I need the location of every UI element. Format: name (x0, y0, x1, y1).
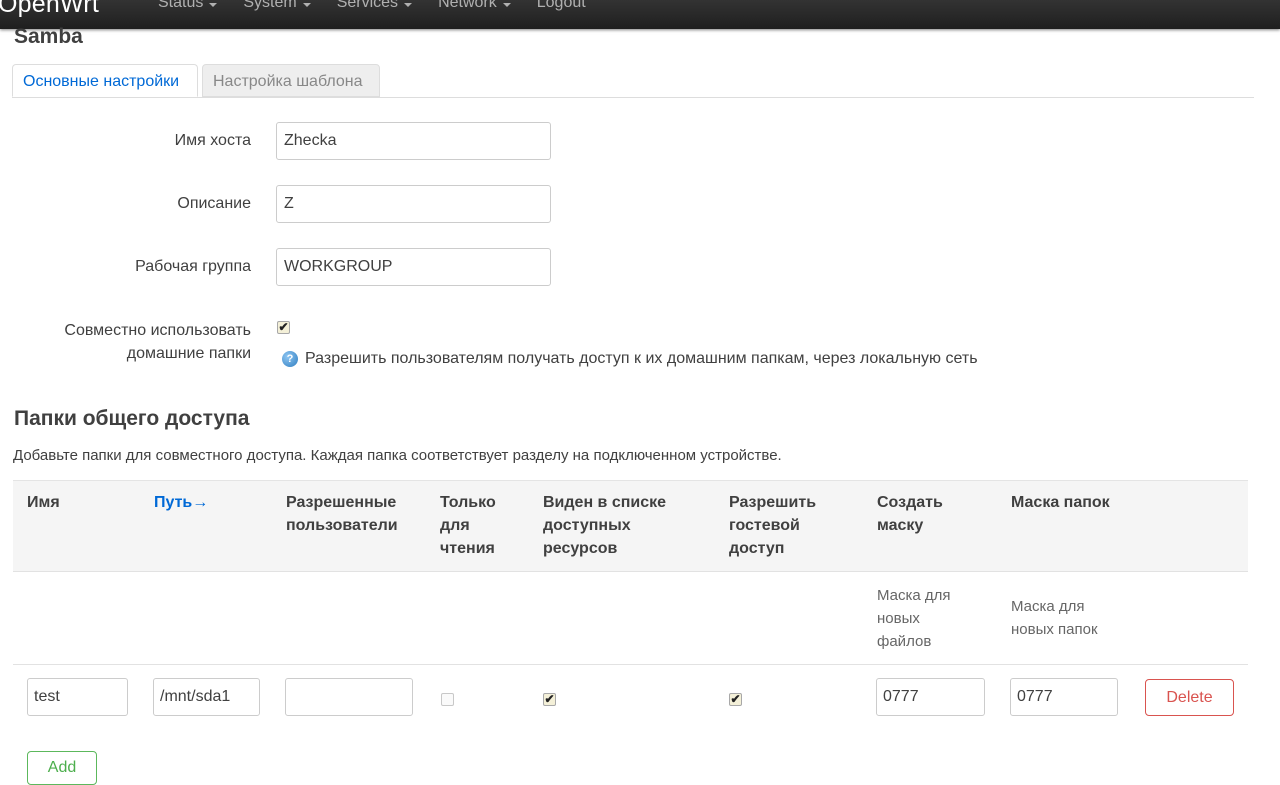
create-mask-input[interactable] (876, 678, 985, 716)
homes-checkbox[interactable]: ✔ (277, 321, 290, 334)
guest-ok-checkbox[interactable]: ✔ (729, 693, 742, 706)
create-mask-subheader-line3: файлов (877, 633, 932, 650)
menu-system-label: System (243, 0, 297, 11)
col-dir-mask-header: Маска папок (1011, 494, 1110, 511)
menu-logout-label: Logout (536, 0, 586, 11)
hostname-label: Имя хоста (174, 132, 251, 149)
homes-label-line2: домашние папки (126, 345, 251, 362)
dir-mask-subheader-line1: Маска для (1011, 598, 1085, 615)
chevron-down-icon (404, 2, 413, 7)
homes-hint-text: Разрешить пользователям получать доступ … (305, 350, 978, 367)
homes-label-line1: Совместно использовать (64, 322, 251, 339)
menu-services[interactable]: Services (336, 0, 413, 12)
help-icon: ? (282, 351, 298, 367)
menu-logout[interactable]: Logout (537, 0, 586, 12)
create-mask-subheader-line1: Маска для (877, 587, 951, 604)
page-title: Samba (14, 25, 83, 48)
col-guest-header-line1: Разрешить (729, 494, 817, 511)
menu-system[interactable]: System (243, 0, 311, 12)
workgroup-label: Рабочая группа (135, 258, 251, 275)
add-button[interactable]: Add (27, 751, 97, 785)
top-navbar: OpenWrt Status System Services Network L… (0, 0, 1280, 29)
col-name-header: Имя (27, 494, 60, 511)
share-users-input[interactable] (285, 678, 413, 716)
menu-status[interactable]: Status (158, 0, 218, 12)
share-path-input[interactable] (153, 678, 260, 716)
browseable-checkbox[interactable]: ✔ (543, 693, 556, 706)
dir-mask-subheader: Маска для новых папок (1011, 595, 1098, 641)
col-create-mask-header-line1: Создать (877, 494, 943, 511)
share-name-input[interactable] (27, 678, 128, 716)
chevron-down-icon (302, 2, 311, 7)
dir-mask-input[interactable] (1010, 678, 1118, 716)
col-browseable-header-line2: доступных (543, 517, 631, 534)
dir-mask-subheader-line2: новых папок (1011, 621, 1098, 638)
col-readonly-header: Только для чтения (440, 491, 496, 560)
col-users-header-line2: пользователи (286, 517, 398, 534)
create-mask-subheader: Маска для новых файлов (877, 584, 951, 653)
hostname-field[interactable] (276, 122, 551, 160)
tab-bar: Основные настройки Настройка шаблона (12, 64, 1254, 98)
chevron-down-icon (209, 2, 218, 7)
main-menu: Status System Services Network Logout (158, 0, 612, 12)
description-field[interactable] (276, 185, 551, 223)
col-create-mask-header-line2: маску (877, 517, 924, 534)
brand-logo[interactable]: OpenWrt (0, 0, 99, 19)
col-guest-header: Разрешить гостевой доступ (729, 491, 816, 560)
delete-button[interactable]: Delete (1145, 679, 1234, 716)
col-guest-header-line3: доступ (729, 540, 785, 557)
shares-title: Папки общего доступа (14, 407, 250, 430)
table-divider (13, 664, 1248, 665)
homes-hint: ? Разрешить пользователям получать досту… (282, 350, 978, 368)
menu-services-label: Services (336, 0, 399, 11)
read-only-checkbox[interactable] (441, 693, 454, 706)
tab-template-settings[interactable]: Настройка шаблона (202, 64, 380, 97)
col-guest-header-line2: гостевой (729, 517, 800, 534)
col-readonly-header-line3: чтения (440, 540, 495, 557)
shares-description: Добавьте папки для совместного доступа. … (13, 447, 782, 464)
col-path-header[interactable]: Путь→ (154, 491, 208, 514)
col-browseable-header-line3: ресурсов (543, 540, 618, 557)
chevron-down-icon (502, 2, 511, 7)
col-create-mask-header: Создать маску (877, 491, 943, 537)
col-readonly-header-line2: для (440, 517, 470, 534)
tab-general-settings[interactable]: Основные настройки (12, 64, 198, 97)
table-divider (13, 571, 1248, 572)
menu-status-label: Status (158, 0, 204, 11)
menu-network-label: Network (438, 0, 497, 11)
col-readonly-header-line1: Только (440, 494, 496, 511)
create-mask-subheader-line2: новых (877, 610, 920, 627)
workgroup-field[interactable] (276, 248, 551, 286)
col-users-header: Разрешенные пользователи (286, 491, 398, 537)
col-browseable-header: Виден в списке доступных ресурсов (543, 491, 666, 560)
col-users-header-line1: Разрешенные (286, 494, 397, 511)
description-label: Описание (177, 195, 251, 212)
col-browseable-header-line1: Виден в списке (543, 494, 667, 511)
menu-network[interactable]: Network (438, 0, 511, 12)
